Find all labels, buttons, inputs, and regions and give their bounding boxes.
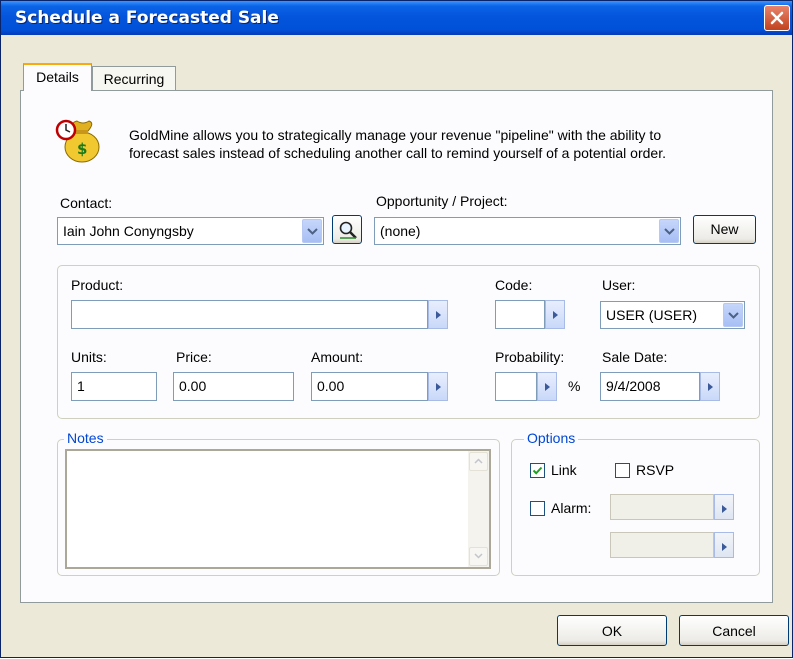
new-opportunity-button[interactable]: New	[693, 215, 756, 244]
money-bag-clock-icon: $	[55, 119, 100, 163]
user-combo[interactable]: USER (USER)	[600, 301, 745, 329]
chevron-up-icon	[474, 458, 483, 464]
alarm-time-button	[714, 532, 734, 558]
magnifier-icon	[339, 221, 357, 239]
sale-date-field[interactable]: 9/4/2008	[600, 372, 700, 401]
alarm-time-field	[610, 532, 714, 558]
chevron-right-icon	[545, 383, 550, 391]
probability-button[interactable]	[537, 372, 557, 401]
sale-date-calendar-button[interactable]	[700, 372, 720, 401]
chevron-right-icon	[553, 311, 558, 319]
opportunity-label: Opportunity / Project:	[376, 193, 508, 209]
sale-date-label: Sale Date:	[602, 349, 668, 365]
amount-value: 0.00	[317, 378, 345, 394]
opportunity-dropdown-button[interactable]	[659, 219, 679, 243]
chevron-right-icon	[722, 505, 727, 513]
user-dropdown-button[interactable]	[723, 303, 743, 327]
options-group-title: Options	[524, 430, 579, 446]
contact-dropdown-button[interactable]	[302, 219, 322, 243]
price-label: Price:	[176, 349, 212, 365]
code-label: Code:	[495, 277, 533, 293]
contact-lookup-button[interactable]	[332, 215, 362, 244]
link-label: Link	[551, 462, 577, 478]
units-label: Units:	[71, 349, 107, 365]
alarm-date-button	[714, 494, 734, 520]
notes-scrollbar[interactable]	[468, 451, 489, 567]
price-value: 0.00	[179, 378, 207, 394]
alarm-checkbox[interactable]	[530, 501, 545, 516]
scroll-up-button[interactable]	[469, 452, 488, 471]
sale-date-value: 9/4/2008	[606, 378, 661, 394]
notes-group-title: Notes	[64, 430, 107, 446]
chevron-down-icon	[307, 228, 318, 235]
product-field[interactable]	[71, 300, 428, 329]
opportunity-combo[interactable]: (none)	[374, 217, 681, 245]
probability-field[interactable]	[495, 372, 537, 401]
amount-calc-button[interactable]	[428, 372, 448, 401]
product-label: Product:	[71, 277, 124, 293]
chevron-right-icon	[436, 311, 441, 319]
user-value: USER (USER)	[606, 307, 698, 323]
chevron-down-icon	[474, 553, 483, 559]
scroll-down-button[interactable]	[469, 547, 488, 566]
contact-combo[interactable]: Iain John Conyngsby	[57, 217, 324, 245]
alarm-date-field	[610, 494, 714, 520]
rsvp-label: RSVP	[636, 462, 675, 478]
intro-line-1: GoldMine allows you to strategically man…	[129, 127, 662, 143]
units-value: 1	[77, 378, 85, 394]
rsvp-checkbox[interactable]	[615, 463, 630, 478]
notes-textarea[interactable]	[65, 449, 491, 569]
chevron-down-icon	[728, 312, 739, 319]
new-button-label: New	[710, 221, 739, 237]
chevron-right-icon	[722, 543, 727, 551]
probability-unit: %	[568, 378, 581, 394]
units-field[interactable]: 1	[71, 372, 157, 401]
ok-button[interactable]: OK	[557, 615, 667, 646]
chevron-right-icon	[436, 383, 441, 391]
checkmark-icon	[532, 466, 543, 475]
price-field[interactable]: 0.00	[173, 372, 294, 401]
chevron-down-icon	[664, 228, 675, 235]
amount-field[interactable]: 0.00	[311, 372, 428, 401]
cancel-button-label: Cancel	[712, 623, 756, 639]
intro-line-2: forecast sales instead of scheduling ano…	[129, 145, 666, 161]
chevron-right-icon	[708, 383, 713, 391]
ok-button-label: OK	[601, 623, 623, 639]
contact-label: Contact:	[60, 195, 113, 211]
opportunity-value: (none)	[380, 223, 421, 239]
svg-text:$: $	[77, 140, 87, 158]
code-lookup-button[interactable]	[545, 300, 565, 329]
code-field[interactable]	[495, 300, 545, 329]
dialog-window: Schedule a Forecasted Sale Details Recur…	[0, 0, 793, 658]
user-label: User:	[602, 277, 636, 293]
amount-label: Amount:	[311, 349, 364, 365]
alarm-label: Alarm:	[551, 500, 592, 516]
contact-value: Iain John Conyngsby	[63, 223, 194, 239]
cancel-button[interactable]: Cancel	[679, 615, 789, 646]
probability-label: Probability:	[495, 349, 565, 365]
link-checkbox[interactable]	[530, 463, 545, 478]
product-lookup-button[interactable]	[428, 300, 448, 329]
